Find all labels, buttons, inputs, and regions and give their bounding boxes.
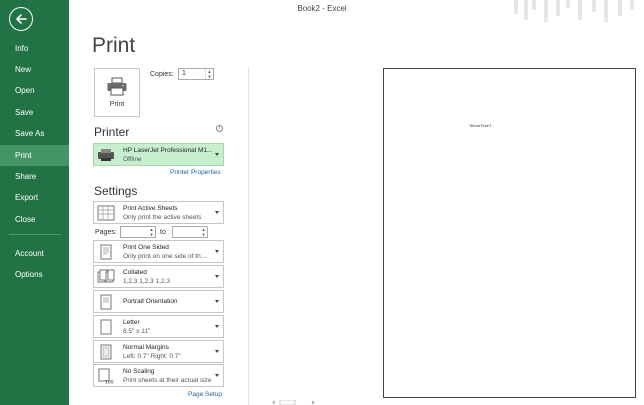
copies-input[interactable]: 1 ▲ ▼	[178, 68, 214, 80]
page-setup-link[interactable]: Page Setup	[188, 391, 222, 398]
panel-divider	[248, 68, 249, 405]
arrow-left-icon	[16, 14, 27, 24]
scaling-dropdown[interactable]: 100 No Scaling Print sheets at their act…	[93, 364, 224, 387]
printer-properties-link[interactable]: Printer Properties	[170, 169, 221, 176]
print-what-title: Print Active Sheets	[123, 205, 178, 212]
nav-share[interactable]: Share	[0, 166, 69, 187]
page-title: Print	[92, 34, 136, 57]
settings-heading: Settings	[94, 184, 138, 198]
printer-status: Offline	[123, 156, 142, 163]
pages-to-spinner[interactable]: ▲ ▼	[200, 227, 207, 237]
margins-dropdown[interactable]: Normal Margins Left: 0.7" Right: 0.7"	[93, 340, 224, 363]
paper-title: Letter	[123, 319, 140, 326]
info-icon[interactable]: i	[216, 125, 223, 132]
nav-close[interactable]: Close	[0, 209, 69, 230]
chevron-down-icon	[215, 300, 219, 303]
sides-dropdown[interactable]: Print One Sided Only print on one side o…	[93, 240, 224, 263]
pages-from-spinner[interactable]: ▲ ▼	[148, 227, 155, 237]
chevron-down-icon	[215, 325, 219, 328]
pages-from-input[interactable]: ▲ ▼	[120, 226, 156, 238]
chevron-down-icon	[215, 250, 219, 253]
nav-save-as[interactable]: Save As	[0, 123, 69, 144]
copies-value: 1	[182, 70, 186, 77]
chevron-left-icon	[272, 400, 276, 405]
pages-to-input[interactable]: ▲ ▼	[172, 226, 208, 238]
printer-heading: Printer	[94, 125, 130, 139]
nav-print[interactable]: Print	[0, 145, 69, 166]
printer-device-icon	[98, 149, 114, 161]
nav-open[interactable]: Open	[0, 80, 69, 101]
paper-icon	[100, 319, 112, 335]
margins-title: Normal Margins	[123, 344, 169, 351]
chevron-down-icon	[215, 153, 219, 156]
svg-text:100: 100	[105, 380, 114, 385]
print-what-subtitle: Only print the active sheets	[123, 214, 202, 221]
print-button-label: Print	[109, 101, 125, 108]
one-sided-icon	[100, 244, 112, 260]
print-what-dropdown[interactable]: Print Active Sheets Only print the activ…	[93, 201, 224, 224]
nav-account[interactable]: Account	[0, 243, 69, 264]
sides-subtitle: Only print on one side of th...	[123, 253, 207, 260]
chevron-right-icon	[311, 400, 315, 405]
collation-title: Collated	[123, 269, 147, 276]
sheet-grid-icon	[97, 205, 115, 221]
chevron-down-icon	[215, 374, 219, 377]
title-decoration	[514, 0, 644, 22]
nav-options[interactable]: Options	[0, 264, 69, 285]
scaling-title: No Scaling	[123, 368, 155, 375]
chevron-down-icon	[215, 350, 219, 353]
page-navigator[interactable]	[272, 400, 322, 405]
paper-size-dropdown[interactable]: Letter 8.5" x 11"	[93, 315, 224, 338]
scaling-subtitle: Print sheets at their actual size	[123, 377, 212, 384]
print-button[interactable]: Print	[94, 68, 140, 117]
printer-icon	[107, 77, 127, 96]
chevron-down-icon	[215, 275, 219, 278]
collation-dropdown[interactable]: Collated 1,2,3 1,2,3 1,2,3	[93, 265, 224, 288]
portrait-icon	[100, 294, 112, 310]
pages-label: Pages:	[95, 229, 117, 236]
page-number-box	[279, 400, 296, 405]
scaling-icon: 100	[98, 368, 114, 385]
pages-to-label: to	[160, 229, 166, 236]
collated-icon	[97, 269, 115, 283]
chevron-down-icon	[215, 211, 219, 214]
nav-export[interactable]: Export	[0, 187, 69, 208]
preview-cell-text: TeKeeTeeeT	[469, 123, 492, 128]
backstage-sidebar: Info New Open Save Save As Print Share E…	[0, 0, 69, 405]
sides-title: Print One Sided	[123, 244, 169, 251]
nav-info[interactable]: Info	[0, 38, 69, 59]
orientation-title: Portrait Orientation	[123, 298, 178, 305]
nav-save[interactable]: Save	[0, 102, 69, 123]
margins-subtitle: Left: 0.7" Right: 0.7"	[123, 353, 181, 360]
printer-name: HP LaserJet Professional M1...	[123, 147, 213, 154]
paper-subtitle: 8.5" x 11"	[123, 328, 151, 335]
nav-separator	[9, 234, 61, 235]
collation-subtitle: 1,2,3 1,2,3 1,2,3	[123, 278, 170, 285]
print-preview: TeKeeTeeeT	[383, 68, 636, 398]
margins-icon	[100, 344, 112, 360]
nav-new[interactable]: New	[0, 59, 69, 80]
orientation-dropdown[interactable]: Portrait Orientation	[93, 290, 224, 313]
copies-spinner[interactable]: ▲ ▼	[205, 69, 213, 79]
printer-dropdown[interactable]: HP LaserJet Professional M1... Offline	[93, 143, 224, 166]
copies-label: Copies:	[150, 71, 174, 78]
